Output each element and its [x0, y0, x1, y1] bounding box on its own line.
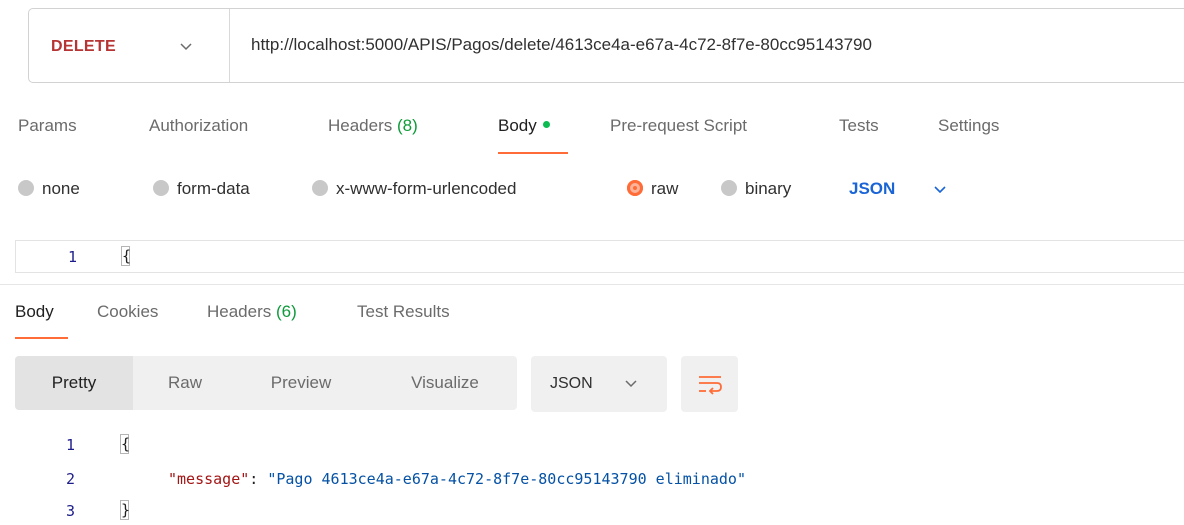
view-mode-selector: Pretty Raw Preview Visualize: [15, 356, 517, 410]
radio-form-data[interactable]: form-data: [153, 179, 250, 199]
code-text: "message": "Pago 4613ce4a-e67a-4c72-8f7e…: [168, 470, 746, 488]
wrap-lines-button[interactable]: [681, 356, 738, 412]
response-body-viewer[interactable]: 1 { 2 "message": "Pago 4613ce4a-e67a-4c7…: [0, 432, 1184, 525]
active-tab-indicator: [15, 337, 68, 339]
radio-raw[interactable]: raw: [627, 179, 678, 199]
radio-icon: [18, 180, 34, 196]
code-line: 1 {: [0, 434, 1184, 458]
code-text: }: [121, 501, 131, 519]
tab-authorization[interactable]: Authorization: [149, 116, 248, 136]
code-text: {: [122, 247, 132, 265]
radio-icon: [153, 180, 169, 196]
view-visualize-button[interactable]: Visualize: [383, 356, 507, 410]
radio-x-www-form-urlencoded[interactable]: x-www-form-urlencoded: [312, 179, 516, 199]
view-preview-button[interactable]: Preview: [245, 356, 357, 410]
tab-headers[interactable]: Headers (8): [328, 116, 418, 136]
chevron-down-icon[interactable]: [934, 182, 946, 203]
wrap-lines-icon: [699, 376, 722, 395]
tab-body[interactable]: Body: [498, 116, 550, 136]
method-selector[interactable]: DELETE: [51, 38, 116, 56]
request-body-editor[interactable]: 1 {: [15, 240, 1184, 273]
chevron-down-icon: [625, 376, 637, 397]
tab-response-headers[interactable]: Headers (6): [207, 302, 297, 322]
line-number: 1: [66, 436, 76, 454]
status-dot: [542, 121, 550, 128]
request-url-bar: DELETE http://localhost:5000/APIS/Pagos/…: [28, 8, 1184, 83]
line-number: 3: [66, 502, 76, 520]
tab-test-results[interactable]: Test Results: [357, 302, 450, 322]
code-line: 3 }: [0, 500, 1184, 524]
tab-cookies[interactable]: Cookies: [97, 302, 158, 322]
body-format-dropdown[interactable]: JSON: [849, 179, 895, 199]
tab-pre-request-script[interactable]: Pre-request Script: [610, 116, 747, 136]
response-format-dropdown[interactable]: JSON: [531, 356, 667, 412]
tab-params[interactable]: Params: [18, 116, 77, 136]
line-number: 1: [68, 248, 78, 266]
code-text: {: [121, 435, 131, 453]
tab-settings[interactable]: Settings: [938, 116, 999, 136]
radio-icon: [312, 180, 328, 196]
radio-binary[interactable]: binary: [721, 179, 791, 199]
radio-none[interactable]: none: [18, 179, 80, 199]
body-type-selector: none form-data x-www-form-urlencoded raw…: [0, 176, 1184, 206]
view-pretty-button[interactable]: Pretty: [15, 356, 133, 410]
url-input[interactable]: http://localhost:5000/APIS/Pagos/delete/…: [251, 35, 872, 55]
response-format-label: JSON: [550, 375, 593, 392]
chevron-down-icon[interactable]: [180, 36, 192, 61]
active-tab-indicator: [498, 152, 568, 154]
view-raw-button[interactable]: Raw: [145, 356, 225, 410]
panel-divider[interactable]: [0, 284, 1184, 285]
response-tabs: Body Cookies Headers (6) Test Results: [0, 300, 1184, 340]
radio-icon: [721, 180, 737, 196]
line-number: 2: [66, 470, 76, 488]
request-tabs: Params Authorization Headers (8) Body Pr…: [0, 110, 1184, 160]
tab-response-body[interactable]: Body: [15, 302, 54, 322]
divider: [229, 9, 230, 82]
code-line: 2 "message": "Pago 4613ce4a-e67a-4c72-8f…: [0, 468, 1184, 492]
tab-tests[interactable]: Tests: [839, 116, 879, 136]
radio-selected-icon: [627, 180, 643, 196]
